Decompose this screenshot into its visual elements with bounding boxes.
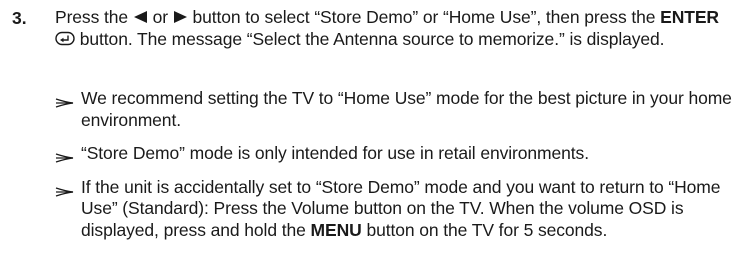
note-item: We recommend setting the TV to “Home Use… — [55, 88, 745, 131]
note-item: “Store Demo” mode is only intended for u… — [55, 143, 745, 165]
note-text: “Store Demo” mode is only intended for u… — [81, 143, 589, 163]
notes-list: We recommend setting the TV to “Home Use… — [55, 88, 745, 253]
enter-button-label: ENTER — [660, 7, 719, 27]
step-text-part-2: or — [152, 7, 168, 27]
note-text: We recommend setting the TV to “Home Use… — [81, 88, 732, 130]
left-triangle-icon — [133, 8, 148, 30]
step-text-part-3: button to select “Store Demo” or “Home U… — [192, 7, 656, 27]
step-text: Press the or button to select “Store Dem… — [55, 7, 743, 51]
right-triangle-icon — [173, 8, 188, 30]
step-text-part-1: Press the — [55, 7, 129, 27]
note-item: If the unit is accidentally set to “Stor… — [55, 177, 745, 242]
step-number: 3. — [12, 8, 27, 28]
note-arrow-icon — [55, 148, 75, 170]
step-text-part-4: button. The message “Select the Antenna … — [79, 29, 665, 50]
note-arrow-icon — [55, 182, 75, 204]
note-text-part-2: button on the TV for 5 seconds. — [366, 219, 608, 240]
menu-button-label: MENU — [310, 219, 362, 240]
enter-icon — [55, 30, 75, 52]
note-arrow-icon — [55, 93, 75, 115]
